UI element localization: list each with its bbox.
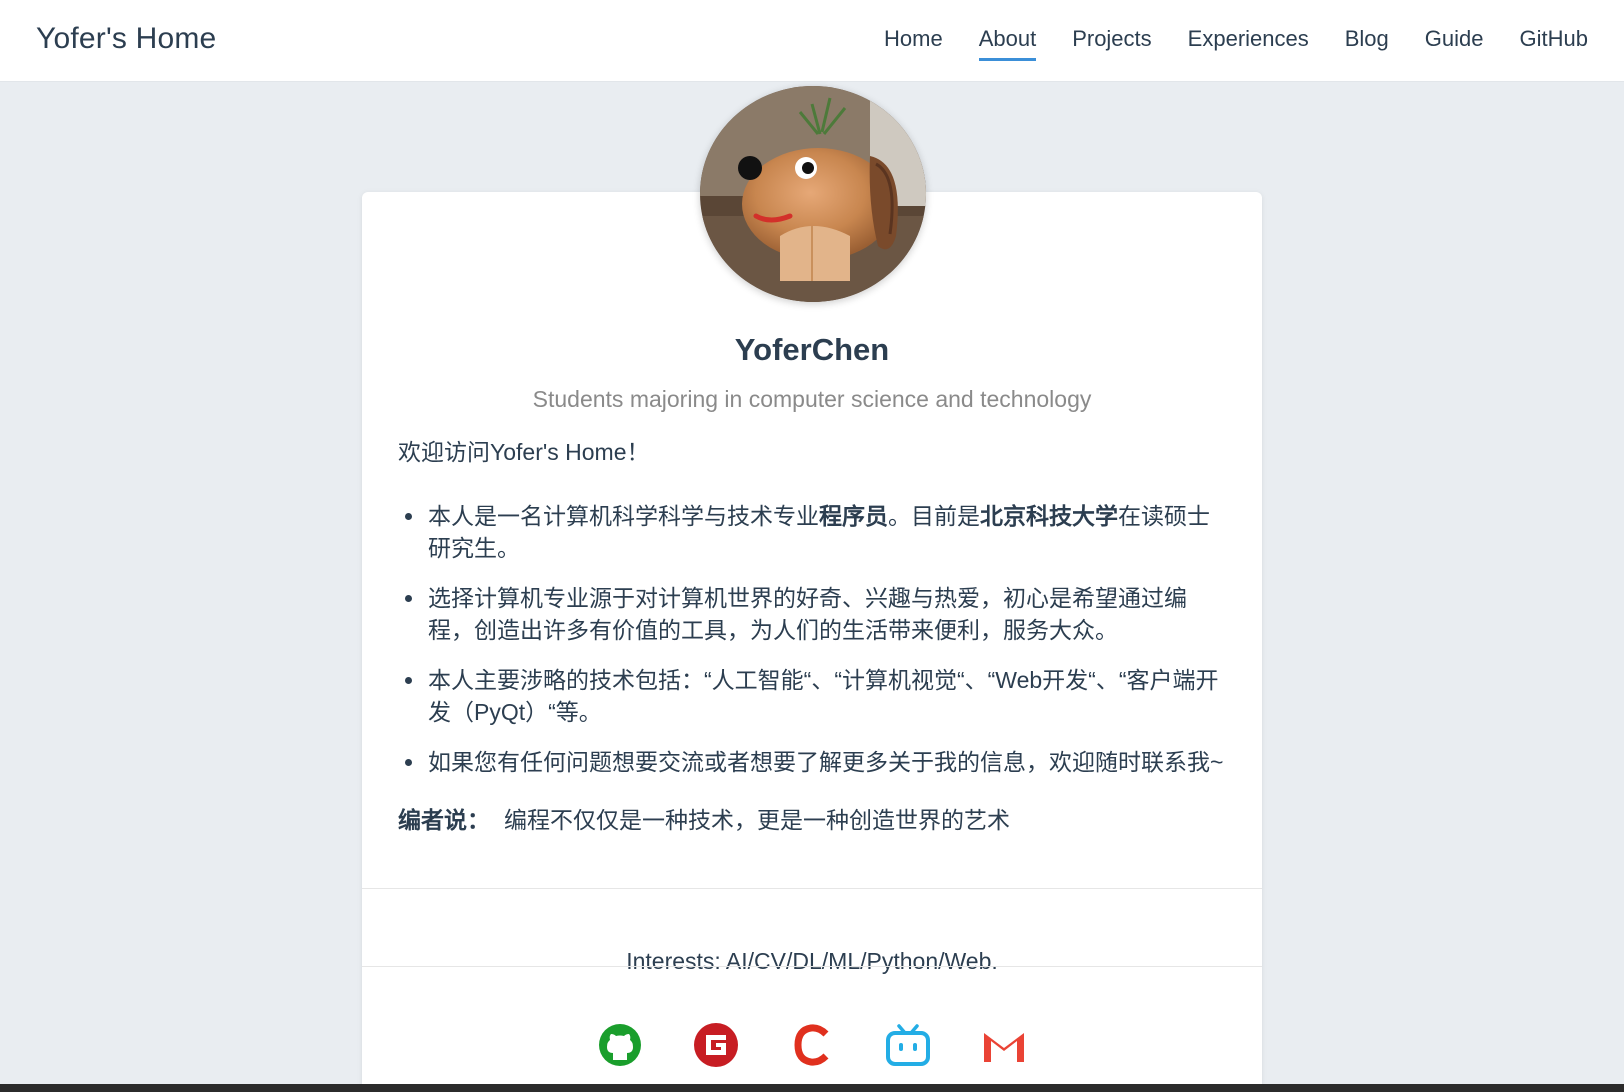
list-item: 如果您有任何问题想要交流或者想要了解更多关于我的信息，欢迎随时联系我~: [426, 746, 1226, 778]
social-links: [362, 1022, 1262, 1068]
item-text: 本人主要涉略的技术包括：“人工智能“、“计算机视觉“、“Web开发“、“客户端开…: [428, 667, 1219, 725]
nav-links: Home About Projects Experiences Blog Gui…: [884, 26, 1588, 61]
profile-card: YoferChen Students majoring in computer …: [362, 192, 1262, 1092]
nav-link-projects[interactable]: Projects: [1072, 26, 1151, 61]
editor-label: 编者说：: [398, 807, 490, 833]
item-text: 选择计算机专业源于对计算机世界的好奇、兴趣与热爱，初心是希望通过编程，创造出许多…: [428, 585, 1187, 643]
profile-name: YoferChen: [734, 332, 890, 367]
editor-note: 编者说： 编程不仅仅是一种技术，更是一种创造世界的艺术: [398, 804, 1226, 836]
nav-link-home[interactable]: Home: [884, 26, 943, 61]
site-brand[interactable]: Yofer's Home: [36, 22, 216, 56]
nav-link-blog[interactable]: Blog: [1345, 26, 1389, 61]
highlight-programmer: 程序员: [819, 503, 888, 529]
nav-link-guide[interactable]: Guide: [1425, 26, 1484, 61]
welcome-text: 欢迎访问Yofer's Home！: [398, 439, 650, 465]
nav-link-experiences[interactable]: Experiences: [1188, 26, 1309, 61]
divider: [362, 966, 1262, 967]
list-item: 本人主要涉略的技术包括：“人工智能“、“计算机视觉“、“Web开发“、“客户端开…: [426, 664, 1226, 728]
intro-list: 本人是一名计算机科学科学与技术专业程序员。目前是北京科技大学在读硕士研究生。 选…: [398, 500, 1226, 778]
window-bottom-edge: [0, 1084, 1624, 1092]
csdn-icon[interactable]: [789, 1022, 835, 1068]
avatar: [700, 86, 926, 302]
avatar-image: [700, 86, 926, 302]
highlight-university: 北京科技大学: [980, 503, 1118, 529]
gitee-icon[interactable]: [693, 1022, 739, 1068]
gmail-icon[interactable]: [981, 1022, 1027, 1068]
profile-content: 欢迎访问Yofer's Home！ 本人是一名计算机科学科学与技术专业程序员。目…: [398, 436, 1226, 836]
divider: [362, 888, 1262, 889]
interests-text: Interests: AI/CV/DL/ML/Python/Web.: [626, 948, 998, 974]
item-text: 如果您有任何问题想要交流或者想要了解更多关于我的信息，欢迎随时联系我~: [428, 749, 1224, 775]
list-item: 本人是一名计算机科学科学与技术专业程序员。目前是北京科技大学在读硕士研究生。: [426, 500, 1226, 564]
editor-text: 编程不仅仅是一种技术，更是一种创造世界的艺术: [504, 807, 1010, 833]
list-item: 选择计算机专业源于对计算机世界的好奇、兴趣与热爱，初心是希望通过编程，创造出许多…: [426, 582, 1226, 646]
item-text: 本人是一名计算机科学科学与技术专业: [428, 503, 819, 529]
item-text: 。目前是: [888, 503, 980, 529]
nav-link-github[interactable]: GitHub: [1520, 26, 1588, 61]
top-navbar: Yofer's Home Home About Projects Experie…: [0, 0, 1624, 82]
github-icon[interactable]: [597, 1022, 643, 1068]
bilibili-icon[interactable]: [885, 1022, 931, 1068]
profile-subtitle: Students majoring in computer science an…: [532, 386, 1092, 412]
nav-link-about[interactable]: About: [978, 26, 1037, 61]
